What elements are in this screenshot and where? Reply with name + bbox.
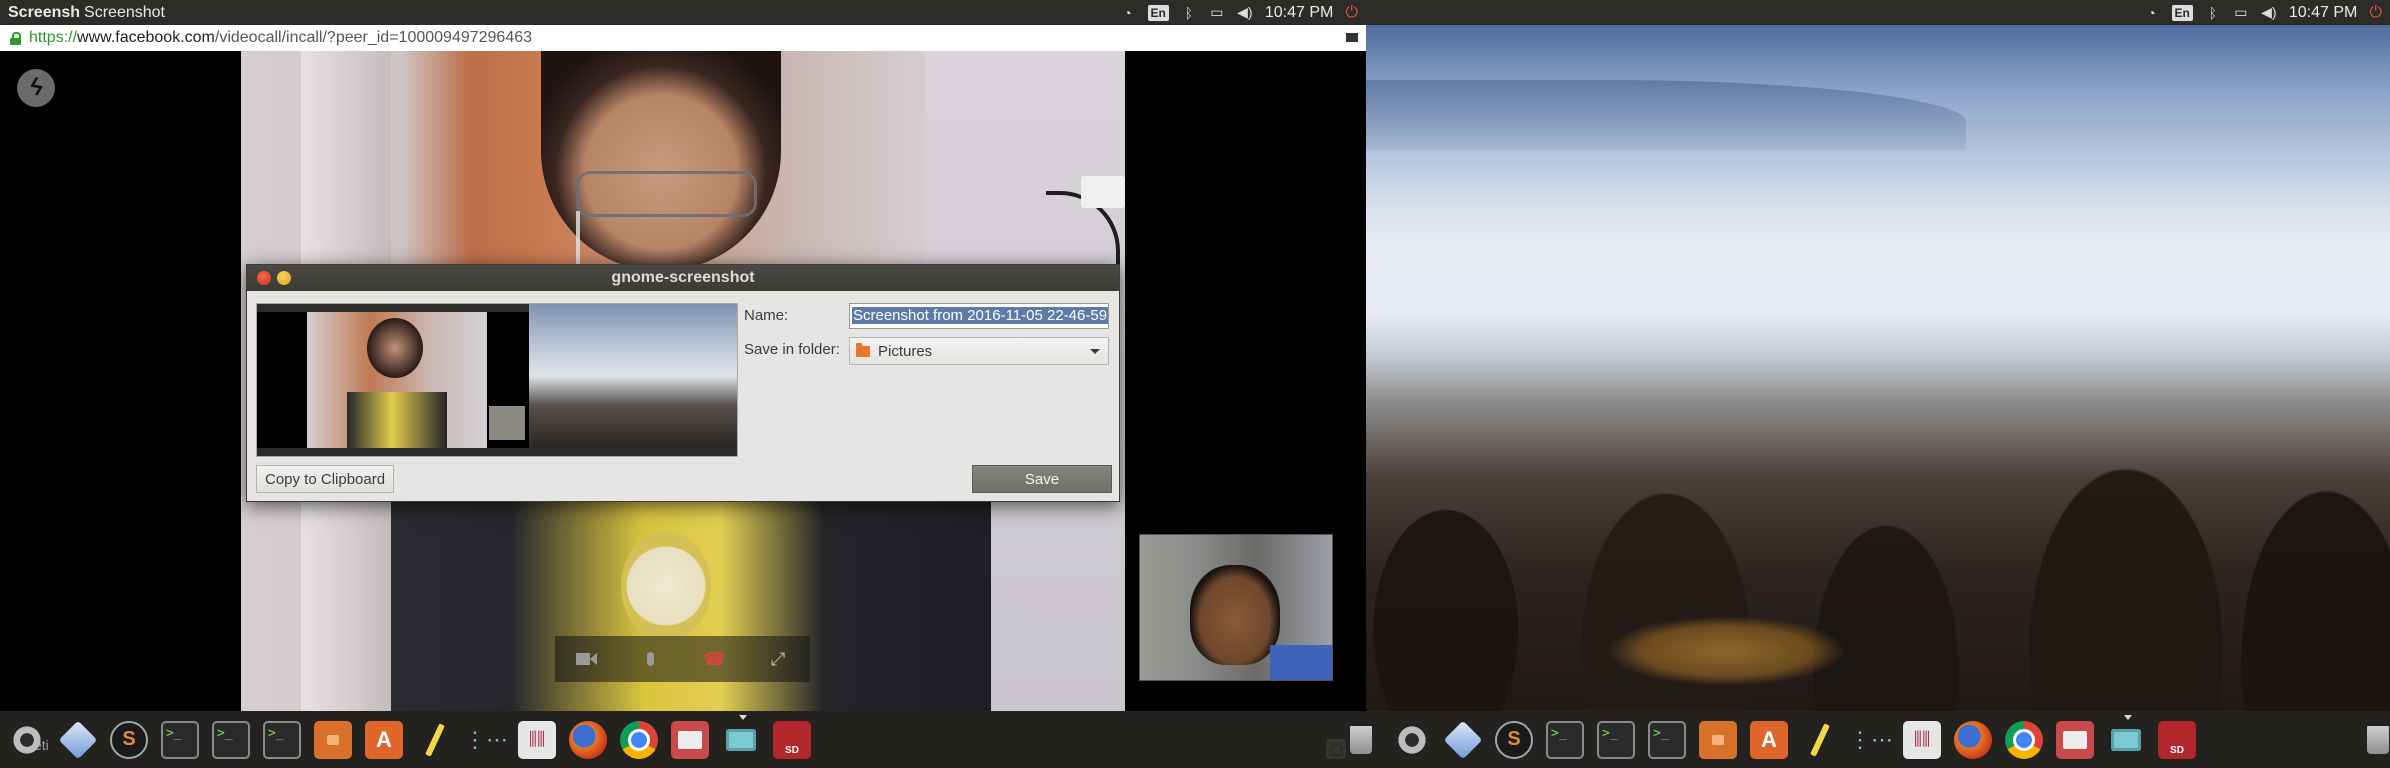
- screenshot-dialog: gnome-screenshot Name: Screenshot from 2…: [246, 264, 1120, 502]
- settings-icon[interactable]: [8, 720, 46, 759]
- volume-icon[interactable]: ◀): [1237, 4, 1253, 20]
- call-controls: ☎ ⤢: [555, 636, 810, 682]
- cube-icon[interactable]: [58, 720, 98, 759]
- folder-value: Pictures: [878, 342, 933, 360]
- text-editor-icon[interactable]: [1801, 721, 1839, 759]
- chrome-icon[interactable]: [2005, 720, 2043, 759]
- screenshot-icon[interactable]: [2107, 714, 2145, 759]
- files-icon[interactable]: [314, 720, 352, 759]
- desktop-wallpaper: [1366, 25, 2390, 711]
- firefox-icon[interactable]: [1954, 720, 1992, 759]
- app-name: Screensh: [8, 3, 81, 21]
- fullscreen-icon[interactable]: ⤢: [763, 647, 793, 671]
- clock[interactable]: 10:47 PM: [1265, 4, 1333, 22]
- bluetooth-icon[interactable]: ᛒ: [2205, 5, 2221, 21]
- screenshot-preview: [256, 303, 738, 457]
- wifi-icon[interactable]: ◔: [2144, 5, 2160, 21]
- screenshot-icon[interactable]: [722, 714, 760, 759]
- chrome-icon[interactable]: [620, 720, 658, 759]
- dialog-titlebar[interactable]: gnome-screenshot: [247, 265, 1119, 291]
- minimize-button[interactable]: [277, 271, 291, 285]
- dock-left: eti S >_ >_ >_ A SD: [0, 711, 1366, 768]
- messenger-icon[interactable]: [17, 69, 55, 107]
- terminal-icon[interactable]: >_: [161, 720, 199, 759]
- clock[interactable]: 10:47 PM: [2289, 4, 2357, 22]
- keyboard-layout-indicator[interactable]: En: [2171, 4, 2193, 21]
- printer-icon[interactable]: [2056, 720, 2094, 759]
- filename-input[interactable]: Screenshot from 2016-11-05 22-46-59: [849, 303, 1109, 329]
- hang-up-icon[interactable]: ☎: [699, 647, 729, 671]
- video-camera-icon[interactable]: [572, 647, 602, 671]
- files-icon[interactable]: [1699, 720, 1737, 759]
- url-scheme: https://: [29, 29, 78, 46]
- copy-to-clipboard-button[interactable]: Copy to Clipboard: [256, 465, 395, 493]
- terminal-icon[interactable]: >_: [1597, 720, 1635, 759]
- wifi-icon[interactable]: ◔: [1120, 5, 1136, 21]
- url-host: www.facebook.com: [77, 29, 215, 46]
- bluetooth-icon[interactable]: ᛒ: [1181, 5, 1197, 21]
- name-label: Name:: [744, 307, 789, 324]
- top-panel-left: Screensh Screenshot ◔ En ᛒ ▭ ◀) 10:47 PM…: [0, 0, 1366, 25]
- network-icon[interactable]: [1852, 721, 1890, 759]
- lock-icon: [10, 31, 21, 45]
- self-view-video[interactable]: [1139, 534, 1333, 681]
- power-icon[interactable]: ⏻: [2369, 4, 2382, 22]
- firefox-icon[interactable]: [569, 720, 607, 759]
- address-bar[interactable]: https://www.facebook.com/videocall/incal…: [0, 25, 1366, 51]
- sd-card-icon[interactable]: SD: [773, 720, 811, 759]
- dock-right: S >_ >_ >_ A SD: [1366, 711, 2390, 768]
- network-icon[interactable]: [467, 721, 505, 759]
- window-title: Screenshot: [84, 3, 165, 21]
- keyboard-layout-indicator[interactable]: En: [1147, 4, 1169, 21]
- software-center-icon[interactable]: A: [1750, 720, 1788, 759]
- sublime-text-icon[interactable]: S: [1495, 720, 1533, 759]
- mixer-icon[interactable]: [1903, 720, 1941, 759]
- close-button[interactable]: [257, 271, 271, 285]
- dialog-title: gnome-screenshot: [611, 269, 755, 286]
- system-tray-right: ◔ En ᛒ ▭ ◀) 10:47 PM ⏻: [2144, 0, 2382, 25]
- terminal-icon[interactable]: >_: [263, 720, 301, 759]
- folder-select[interactable]: Pictures: [849, 337, 1109, 365]
- save-button[interactable]: Save: [972, 465, 1112, 493]
- chevron-down-icon: [1090, 349, 1100, 354]
- folder-icon: [856, 342, 870, 357]
- battery-icon[interactable]: ▭: [1209, 4, 1225, 20]
- terminal-icon[interactable]: >_: [212, 720, 250, 759]
- settings-icon[interactable]: [1393, 720, 1431, 759]
- terminal-icon[interactable]: >_: [1648, 720, 1686, 759]
- software-center-icon[interactable]: A: [365, 720, 403, 759]
- camera-icon[interactable]: [1346, 33, 1358, 42]
- microphone-icon[interactable]: [636, 647, 666, 671]
- sd-card-icon[interactable]: SD: [2158, 720, 2196, 759]
- mixer-icon[interactable]: [518, 720, 556, 759]
- battery-icon[interactable]: ▭: [2233, 4, 2249, 20]
- volume-icon[interactable]: ◀): [2261, 4, 2277, 20]
- filename-value: Screenshot from 2016-11-05 22-46-59: [852, 307, 1108, 324]
- system-tray: ◔ En ᛒ ▭ ◀) 10:47 PM ⏻: [1120, 0, 1358, 25]
- trash-icon[interactable]: [1342, 721, 1380, 759]
- sublime-text-icon[interactable]: S: [110, 720, 148, 759]
- trash-icon[interactable]: [2359, 721, 2390, 759]
- text-editor-icon[interactable]: [416, 721, 454, 759]
- url-path: /videocall/incall/?peer_id=1000094972964…: [214, 29, 533, 46]
- printer-icon[interactable]: [671, 720, 709, 759]
- top-panel-right: ◔ En ᛒ ▭ ◀) 10:47 PM ⏻: [1366, 0, 2390, 25]
- cube-icon[interactable]: [1443, 720, 1483, 759]
- folder-label: Save in folder:: [744, 341, 840, 358]
- terminal-icon[interactable]: >_: [1546, 720, 1584, 759]
- power-icon[interactable]: ⏻: [1345, 4, 1358, 22]
